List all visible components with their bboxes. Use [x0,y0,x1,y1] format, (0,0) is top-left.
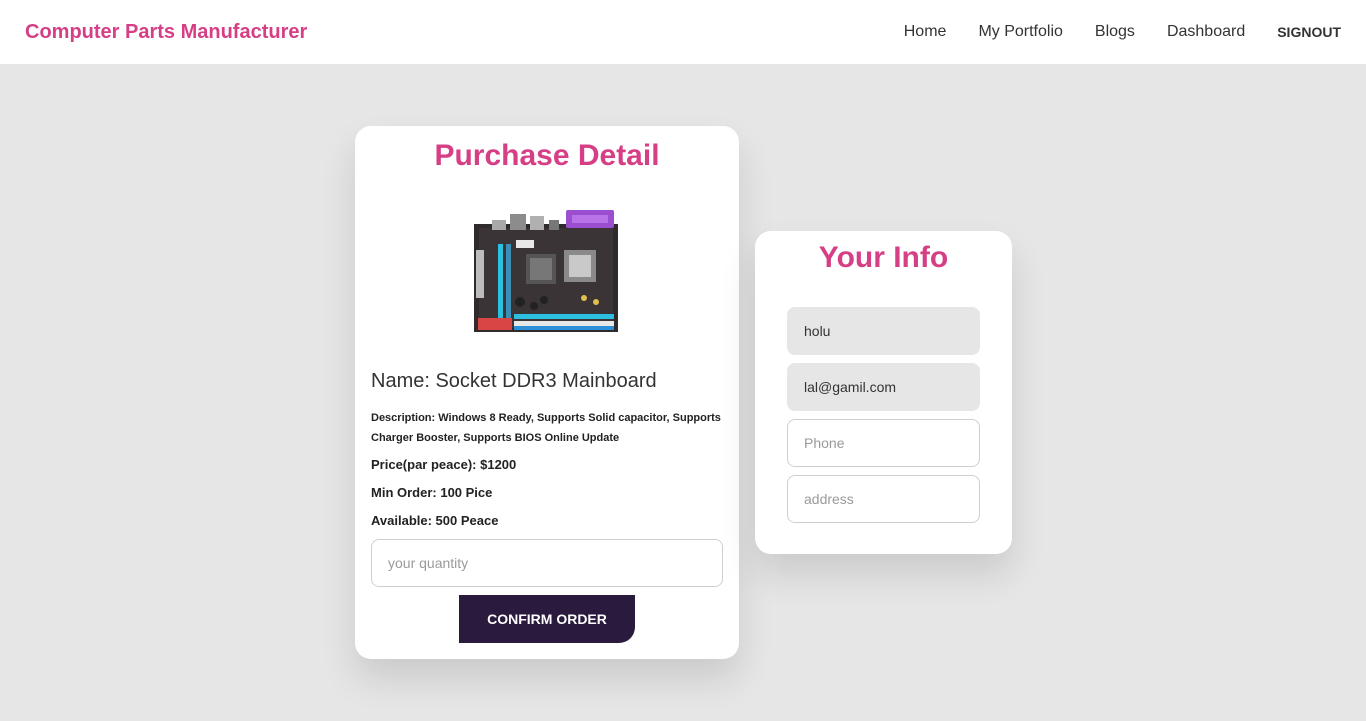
product-description: Description: Windows 8 Ready, Supports S… [371,412,721,444]
product-min-order: Min Order: 100 Pice [371,485,493,500]
purchase-detail-title: Purchase Detail [434,139,660,172]
product-available: Available: 500 Peace [371,513,499,528]
product-price: Price(par peace): $1200 [371,457,517,472]
your-info-title: Your Info [818,241,949,274]
nav-links: Home My Portfolio Blogs Dashboard SIGNOU… [904,0,1341,64]
phone-field[interactable] [787,419,980,467]
purchase-detail-card: Purchase Detail Name: Socket DDR3 Mainbo… [355,126,739,659]
nav-link-blogs[interactable]: Blogs [1095,23,1135,41]
confirm-order-button[interactable]: CONFIRM ORDER [459,595,635,643]
nav-link-my-portfolio[interactable]: My Portfolio [978,23,1062,41]
quantity-input[interactable] [371,539,723,587]
signout-button[interactable]: SIGNOUT [1277,24,1341,40]
email-field[interactable] [787,363,980,411]
your-info-card: Your Info [755,231,1012,554]
product-name: Name: Socket DDR3 Mainboard [371,370,657,392]
motherboard-product-image [474,210,618,332]
top-navbar: Computer Parts Manufacturer Home My Port… [0,0,1366,64]
nav-link-dashboard[interactable]: Dashboard [1167,23,1245,41]
address-field[interactable] [787,475,980,523]
brand-logo-text[interactable]: Computer Parts Manufacturer [25,21,307,44]
name-field[interactable] [787,307,980,355]
nav-link-home[interactable]: Home [904,23,947,41]
